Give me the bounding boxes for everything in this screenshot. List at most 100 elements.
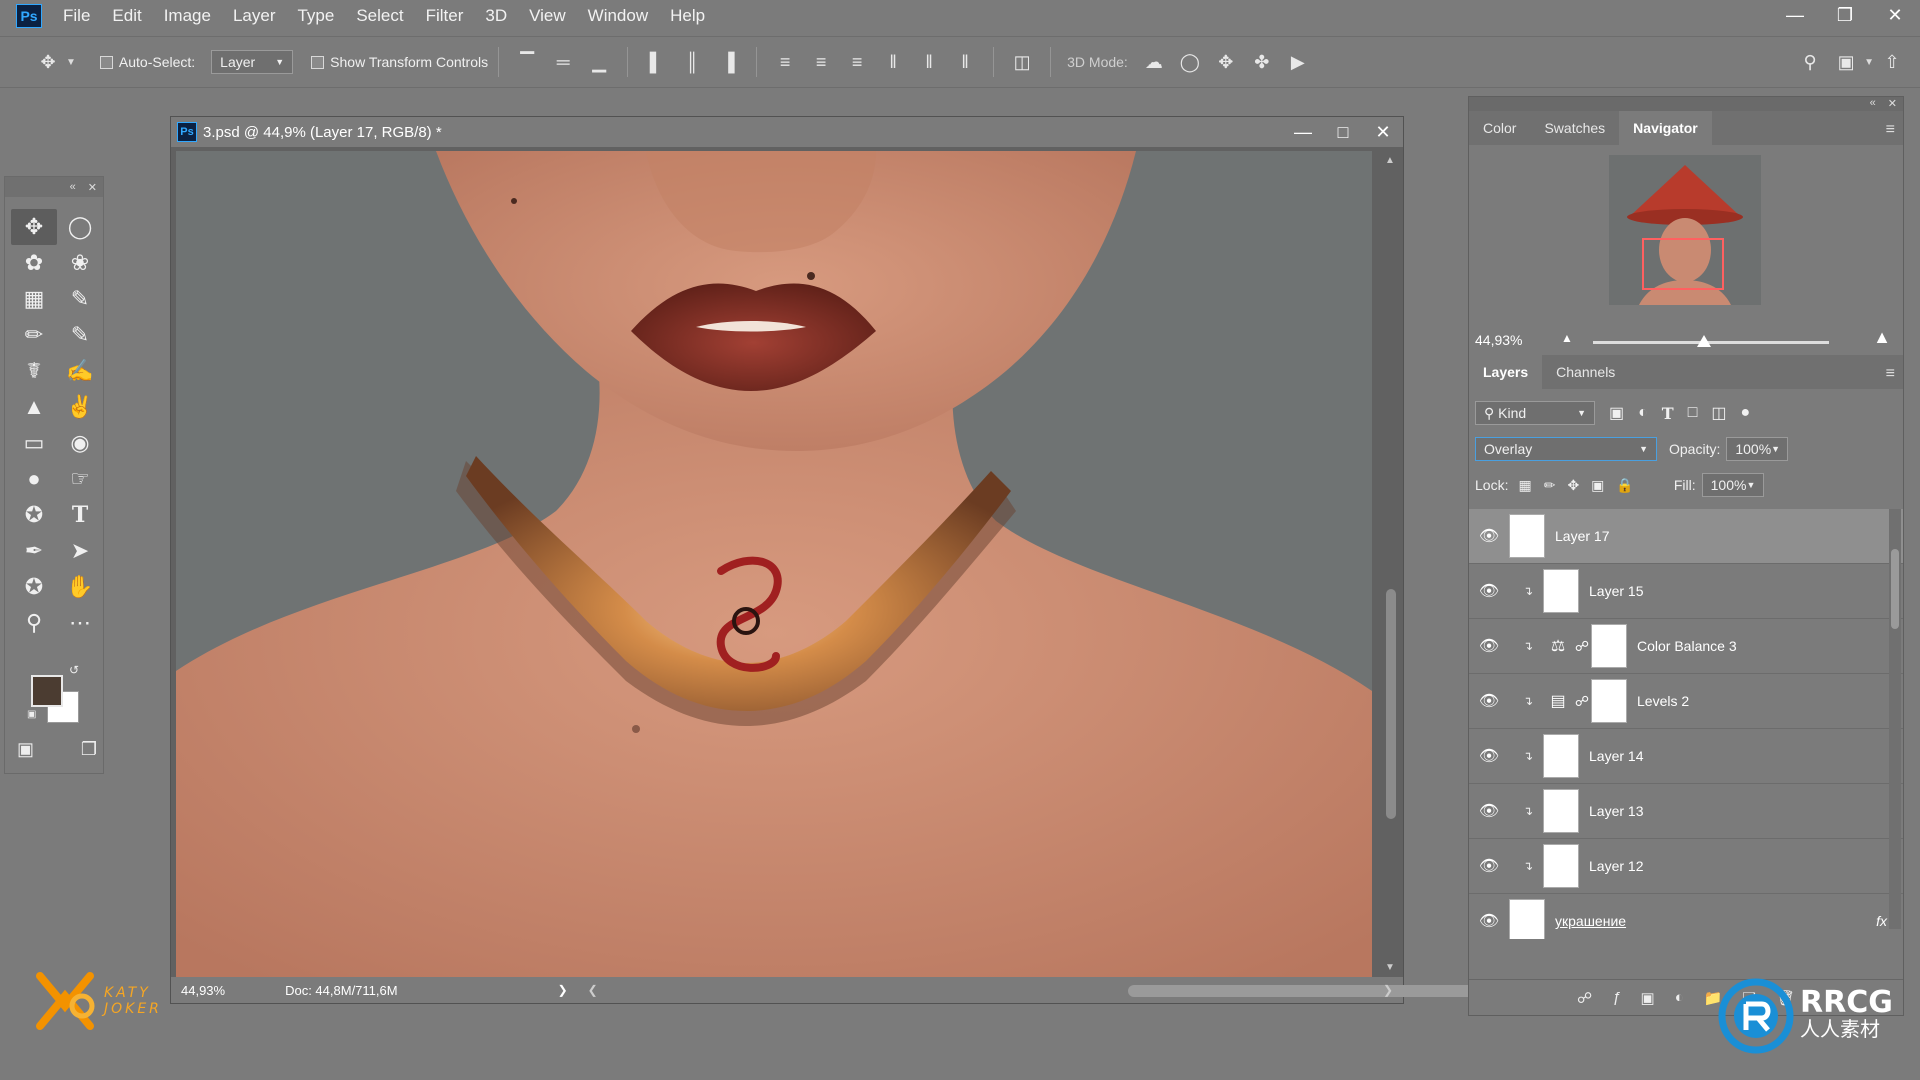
document-title-bar[interactable]: Ps 3.psd @ 44,9% (Layer 17, RGB/8) * — □… [171, 117, 1403, 147]
layer-row[interactable]: 👁 ↴ Layer 14 [1469, 729, 1903, 784]
tab-swatches[interactable]: Swatches [1530, 111, 1619, 145]
visibility-eye-icon[interactable]: 👁 [1469, 911, 1509, 931]
zoom-in-icon[interactable]: ▲ [1873, 327, 1891, 348]
add-mask-icon[interactable]: ▣ [1641, 989, 1655, 1007]
menu-layer[interactable]: Layer [222, 6, 287, 26]
menu-help[interactable]: Help [659, 6, 716, 26]
scroll-up-icon[interactable]: ▲ [1385, 155, 1395, 166]
visibility-eye-icon[interactable]: 👁 [1469, 856, 1509, 876]
layer-row[interactable]: 👁 ↴ ▤ ☍ Levels 2 [1469, 674, 1903, 729]
menu-type[interactable]: Type [286, 6, 345, 26]
auto-align-icon[interactable]: ◫ [1004, 44, 1040, 80]
status-menu-arrow-icon[interactable]: ❯ [558, 983, 568, 997]
menu-edit[interactable]: Edit [101, 6, 152, 26]
panel-menu-icon[interactable]: ≡ [1886, 365, 1895, 383]
layer-thumbnail[interactable] [1543, 734, 1579, 778]
menu-filter[interactable]: Filter [415, 6, 475, 26]
tab-channels[interactable]: Channels [1542, 355, 1629, 389]
type-tool-icon[interactable]: T [57, 497, 103, 533]
lasso-icon[interactable]: ✿ [11, 245, 57, 281]
history-brush-icon[interactable]: ✌ [57, 389, 103, 425]
filter-toggle-icon[interactable]: ● [1741, 404, 1751, 422]
align-vertical-center-icon[interactable]: ═ [545, 44, 581, 80]
chevron-down-icon[interactable]: ▼ [66, 57, 76, 68]
status-zoom[interactable]: 44,93% [181, 983, 225, 998]
scroll-down-icon[interactable]: ▼ [1385, 962, 1395, 973]
navigator-thumbnail[interactable] [1609, 155, 1761, 305]
layer-row[interactable]: 👁 ↴ Layer 15 [1469, 564, 1903, 619]
levels-histogram-icon[interactable]: ▤ [1543, 691, 1573, 711]
custom-shape-icon[interactable]: ✪ [11, 569, 57, 605]
close-panel-icon[interactable]: ✕ [88, 181, 97, 194]
lock-transparent-icon[interactable]: ▦ [1518, 477, 1531, 494]
stamp-icon[interactable]: ▲ [11, 389, 57, 425]
blend-mode-dropdown[interactable]: Overlay ▼ [1475, 437, 1657, 461]
layer-thumbnail[interactable] [1509, 514, 1545, 558]
filter-smart-object-icon[interactable]: ◫ [1711, 403, 1726, 423]
link-chain-icon[interactable]: ☍ [1573, 638, 1591, 655]
dodge-icon[interactable]: ✪ [11, 497, 57, 533]
align-bottom-icon[interactable]: ▁ [581, 44, 617, 80]
foreground-color-swatch[interactable] [31, 675, 63, 707]
eyedropper-icon[interactable]: ✎ [57, 281, 103, 317]
minimize-icon[interactable]: — [1770, 0, 1820, 30]
layer-mask-thumbnail[interactable] [1591, 679, 1627, 723]
horizontal-scrollbar[interactable]: ❮ ❯ [588, 977, 1578, 1003]
layer-thumbnail[interactable] [1509, 899, 1545, 939]
eraser-icon[interactable]: ▭ [11, 425, 57, 461]
pencil-icon[interactable]: ✎ [57, 317, 103, 353]
opacity-input[interactable]: 100% ▼ [1726, 437, 1789, 461]
filter-adjustment-icon[interactable]: ◐ [1638, 404, 1648, 422]
zoom-icon[interactable]: ⚲ [11, 605, 57, 641]
share-icon[interactable]: ⇧ [1874, 44, 1910, 80]
orbit-3d-icon[interactable]: ☁ [1136, 44, 1172, 80]
swap-colors-icon[interactable]: ↺ [69, 663, 79, 677]
smudge-icon[interactable]: ☞ [57, 461, 103, 497]
layer-mask-thumbnail[interactable] [1591, 624, 1627, 668]
filter-shape-icon[interactable]: □ [1688, 404, 1698, 422]
fill-input[interactable]: 100% ▼ [1701, 473, 1764, 497]
new-adjustment-icon[interactable]: ◐ [1675, 989, 1684, 1006]
kind-filter-dropdown[interactable]: ⚲ Kind ▼ [1475, 401, 1595, 425]
crop-icon[interactable]: ▦ [11, 281, 57, 317]
checkbox-icon[interactable] [99, 55, 113, 69]
move-tool-icon[interactable]: ✥ [30, 44, 66, 80]
tab-navigator[interactable]: Navigator [1619, 111, 1712, 145]
layer-row[interactable]: 👁 Layer 17 [1469, 509, 1903, 564]
visibility-eye-icon[interactable]: 👁 [1469, 526, 1509, 546]
distribute-top-icon[interactable]: ≡ [767, 44, 803, 80]
tab-color[interactable]: Color [1469, 111, 1530, 145]
lock-image-icon[interactable]: ✏ [1544, 477, 1556, 494]
layer-row[interactable]: 👁 украшение fx [1469, 894, 1903, 939]
path-selection-icon[interactable]: ➤ [57, 533, 103, 569]
layers-scrollbar[interactable] [1889, 509, 1901, 929]
workspace-icon[interactable]: ▣ [1828, 44, 1864, 80]
minimize-icon[interactable]: — [1283, 122, 1323, 143]
slide-3d-icon[interactable]: ✤ [1244, 44, 1280, 80]
collapse-icon[interactable]: « [70, 181, 76, 193]
quick-selection-icon[interactable]: ❀ [57, 245, 103, 281]
auto-select-dropdown[interactable]: Layer ▼ [211, 50, 294, 74]
show-transform-checkbox[interactable]: Show Transform Controls [311, 54, 488, 70]
layer-thumbnail[interactable] [1543, 844, 1579, 888]
close-icon[interactable]: ✕ [1363, 122, 1403, 143]
align-top-icon[interactable]: ▔ [509, 44, 545, 80]
scroll-left-icon[interactable]: ❮ [588, 983, 598, 997]
move-tool-icon[interactable]: ✥ [11, 209, 57, 245]
navigator-zoom-slider[interactable] [1593, 335, 1829, 347]
add-layer-style-icon[interactable]: ƒ [1612, 989, 1620, 1006]
distribute-bottom-icon[interactable]: ≡ [839, 44, 875, 80]
distribute-center-icon[interactable]: ≡ [803, 44, 839, 80]
blur-icon[interactable]: ● [11, 461, 57, 497]
layer-row[interactable]: 👁 ↴ Layer 13 [1469, 784, 1903, 839]
link-layers-icon[interactable]: ☍ [1577, 989, 1592, 1007]
layer-thumbnail[interactable] [1543, 789, 1579, 833]
filter-type-icon[interactable]: T [1662, 404, 1674, 423]
lock-position-icon[interactable]: ✥ [1567, 477, 1579, 494]
quick-mask-icon[interactable]: ▣ [17, 739, 34, 760]
scale-3d-icon[interactable]: ▶ [1280, 44, 1316, 80]
link-chain-icon[interactable]: ☍ [1573, 693, 1591, 710]
layer-effects-label[interactable]: fx [1876, 913, 1887, 929]
visibility-eye-icon[interactable]: 👁 [1469, 636, 1509, 656]
close-panel-icon[interactable]: ✕ [1888, 97, 1897, 111]
